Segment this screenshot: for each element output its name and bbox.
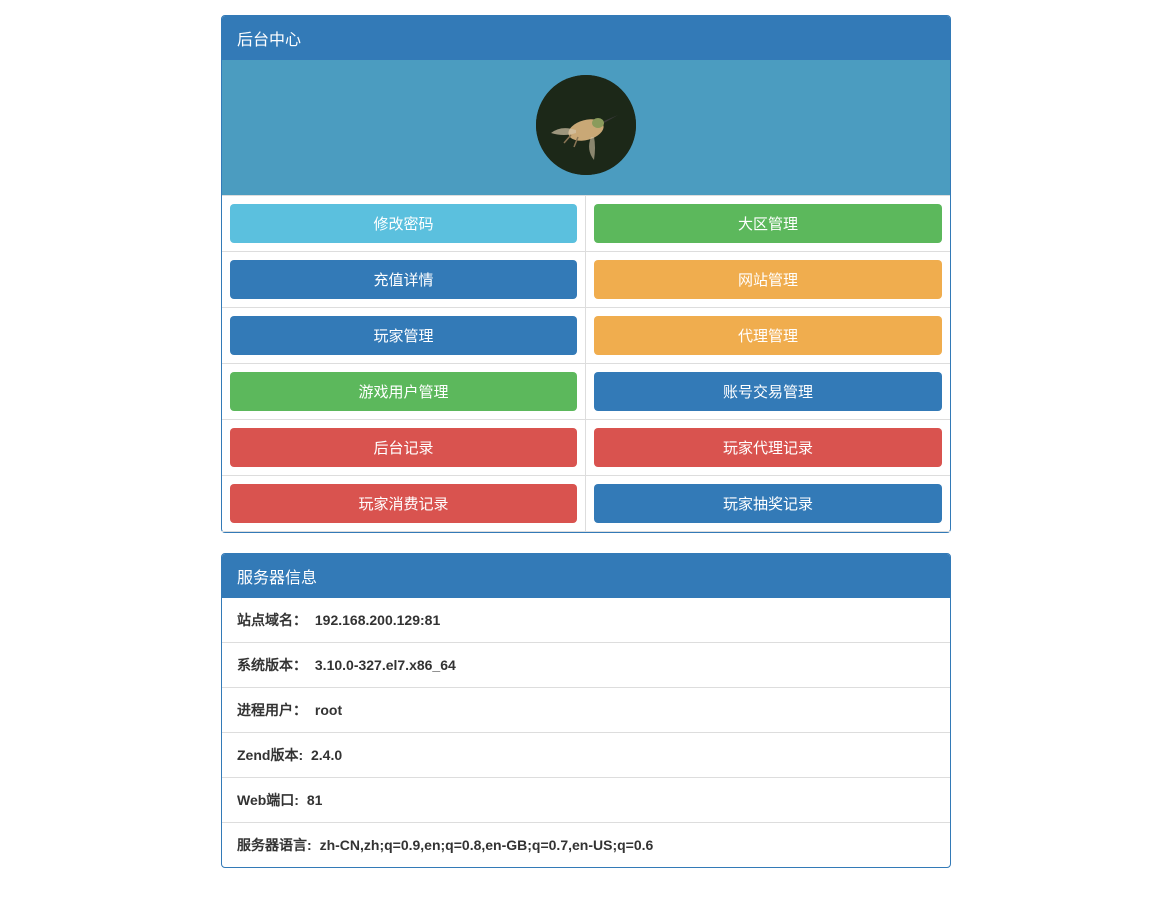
info-value: root [315, 702, 342, 718]
info-value: 81 [307, 792, 323, 808]
button-grid: 修改密码 大区管理 充值详情 网站管理 玩家管理 代理管理 游戏用户管理 账号交… [222, 196, 950, 532]
info-value: 192.168.200.129:81 [315, 612, 440, 628]
player-lottery-log-button[interactable]: 玩家抽奖记录 [594, 484, 942, 523]
info-row-domain: 站点域名： 192.168.200.129:81 [222, 598, 950, 642]
info-label: 服务器语言: [237, 837, 312, 853]
info-label: 进程用户： [237, 702, 307, 718]
backend-log-button[interactable]: 后台记录 [230, 428, 577, 467]
recharge-details-button[interactable]: 充值详情 [230, 260, 577, 299]
site-manage-button[interactable]: 网站管理 [594, 260, 942, 299]
info-value: 2.4.0 [311, 747, 342, 763]
player-consume-log-button[interactable]: 玩家消费记录 [230, 484, 577, 523]
info-row-port: Web端口: 81 [222, 777, 950, 822]
zone-manage-button[interactable]: 大区管理 [594, 204, 942, 243]
avatar-image [536, 75, 636, 175]
server-info-title: 服务器信息 [222, 554, 950, 598]
info-label: Web端口: [237, 792, 299, 808]
info-row-language: 服务器语言: zh-CN,zh;q=0.9,en;q=0.8,en-GB;q=0… [222, 822, 950, 867]
info-label: Zend版本: [237, 747, 303, 763]
info-value: 3.10.0-327.el7.x86_64 [315, 657, 456, 673]
player-agent-log-button[interactable]: 玩家代理记录 [594, 428, 942, 467]
info-label: 站点域名： [237, 612, 307, 628]
panel-title: 后台中心 [222, 16, 950, 60]
game-user-manage-button[interactable]: 游戏用户管理 [230, 372, 577, 411]
avatar-section [222, 60, 950, 196]
server-info-list: 站点域名： 192.168.200.129:81 系统版本： 3.10.0-32… [222, 598, 950, 867]
info-row-zend: Zend版本: 2.4.0 [222, 732, 950, 777]
info-label: 系统版本： [237, 657, 307, 673]
server-info-panel: 服务器信息 站点域名： 192.168.200.129:81 系统版本： 3.1… [221, 553, 951, 868]
info-row-system: 系统版本： 3.10.0-327.el7.x86_64 [222, 642, 950, 687]
info-row-user: 进程用户： root [222, 687, 950, 732]
change-password-button[interactable]: 修改密码 [230, 204, 577, 243]
account-trade-manage-button[interactable]: 账号交易管理 [594, 372, 942, 411]
info-value: zh-CN,zh;q=0.9,en;q=0.8,en-GB;q=0.7,en-U… [320, 837, 654, 853]
player-manage-button[interactable]: 玩家管理 [230, 316, 577, 355]
admin-center-panel: 后台中心 修改密码 大区管理 充值详情 网站管理 玩家管理 [221, 15, 951, 533]
agent-manage-button[interactable]: 代理管理 [594, 316, 942, 355]
